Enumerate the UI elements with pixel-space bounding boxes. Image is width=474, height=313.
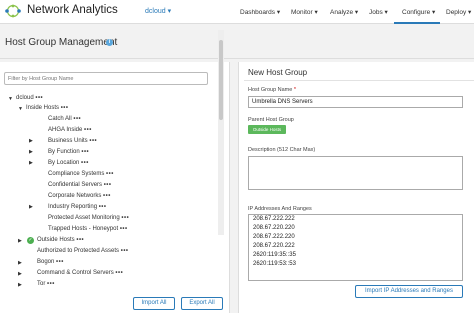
expand-arrow-icon[interactable]: ▶	[29, 149, 33, 155]
expand-arrow-icon[interactable]: ▶	[29, 160, 33, 166]
nav-configure[interactable]: Configure ▾	[402, 8, 435, 16]
parent-host-group-label: Parent Host Group	[248, 117, 294, 123]
host-group-name-input[interactable]: Umbrella DNS Servers	[248, 96, 463, 108]
ip-addresses-label: IP Addresses And Ranges	[248, 206, 312, 212]
tree-item-tor[interactable]: Tor •••	[37, 281, 55, 287]
network-analytics-logo-icon	[5, 4, 21, 18]
header-divider	[0, 58, 474, 59]
host-group-name-label: Host Group Name *	[248, 87, 296, 93]
description-label: Description (512 Char Max)	[248, 147, 316, 153]
more-options-icon[interactable]: •••	[84, 127, 92, 133]
more-options-icon[interactable]: •••	[73, 116, 81, 122]
tree-scrollbar-thumb[interactable]	[219, 40, 223, 120]
ip-entry: 208.67.222.222	[253, 216, 295, 222]
nav-deploy[interactable]: Deploy ▾	[446, 8, 471, 16]
ip-entry: 2620:119:35::35	[253, 252, 296, 258]
tree-item-compliance-systems[interactable]: Compliance Systems •••	[48, 171, 114, 177]
more-options-icon[interactable]: •••	[35, 95, 43, 101]
form-title: New Host Group	[248, 68, 308, 77]
more-options-icon[interactable]: •••	[76, 237, 84, 243]
ip-entry: 208.67.220.220	[253, 225, 295, 231]
import-ip-ranges-button[interactable]: Import IP Addresses and Ranges	[355, 285, 463, 298]
expand-arrow-icon[interactable]: ▶	[29, 138, 33, 144]
tree-item-bogon[interactable]: Bogon •••	[37, 259, 64, 265]
page-title: Host Group Management	[5, 37, 118, 48]
more-options-icon[interactable]: •••	[106, 171, 114, 177]
tree-item-inside-hosts[interactable]: Inside Hosts •••	[26, 105, 69, 111]
tree-item-business-units[interactable]: Business Units •••	[48, 138, 97, 144]
expand-arrow-icon[interactable]: ▶	[18, 260, 22, 266]
tree-item-dcloud[interactable]: dcloud •••	[16, 95, 43, 101]
tree-item-authorized-to-protected-assets[interactable]: Authorized to Protected Assets •••	[37, 248, 129, 254]
ip-entry: 208.67.222.220	[253, 234, 295, 240]
tree-item-outside-hosts[interactable]: Outside Hosts •••	[37, 237, 84, 243]
active-nav-indicator	[394, 22, 440, 24]
more-options-icon[interactable]: •••	[99, 204, 107, 210]
filter-input[interactable]	[4, 72, 208, 85]
tree-item-command-control-servers[interactable]: Command & Control Servers •••	[37, 270, 123, 276]
expand-arrow-icon[interactable]: ▶	[29, 204, 33, 210]
more-options-icon[interactable]: •••	[61, 105, 69, 111]
expand-arrow-icon[interactable]: ▶	[18, 271, 22, 277]
form-divider	[244, 80, 474, 81]
more-options-icon[interactable]: •••	[47, 281, 55, 287]
more-options-icon[interactable]: •••	[89, 138, 97, 144]
more-options-icon[interactable]: •••	[121, 248, 129, 254]
collapse-arrow-icon[interactable]: ▼	[8, 96, 13, 102]
collapse-arrow-icon[interactable]: ▼	[18, 106, 23, 112]
more-options-icon[interactable]: •••	[104, 182, 112, 188]
checkmark-icon: ✓	[27, 237, 34, 244]
tree-item-by-location[interactable]: By Location •••	[48, 160, 89, 166]
tree-item-by-function[interactable]: By Function •••	[48, 149, 89, 155]
more-options-icon[interactable]: •••	[56, 259, 64, 265]
tree-item-corporate-networks[interactable]: Corporate Networks •••	[48, 193, 111, 199]
nav-analyze[interactable]: Analyze ▾	[330, 8, 358, 16]
ip-entry: 2620:119:53::53	[253, 261, 296, 267]
top-navbar: Network Analytics dcloud ▾ Dashboards ▾ …	[0, 0, 474, 24]
tenant-selector[interactable]: dcloud ▾	[145, 7, 171, 15]
nav-monitor[interactable]: Monitor ▾	[291, 8, 318, 16]
import-all-button[interactable]: Import All	[133, 297, 175, 310]
expand-arrow-icon[interactable]: ▶	[18, 282, 22, 288]
more-options-icon[interactable]: •••	[81, 160, 89, 166]
ip-entry: 208.67.220.222	[253, 243, 295, 249]
export-all-button[interactable]: Export All	[181, 297, 223, 310]
tree-item-confidential-servers[interactable]: Confidential Servers •••	[48, 182, 112, 188]
more-options-icon[interactable]: •••	[103, 193, 111, 199]
more-options-icon[interactable]: •••	[120, 226, 128, 232]
more-options-icon[interactable]: •••	[81, 149, 89, 155]
nav-dashboards[interactable]: Dashboards ▾	[240, 8, 280, 16]
nav-jobs[interactable]: Jobs ▾	[369, 8, 388, 16]
tree-item-trapped-hosts[interactable]: Trapped Hosts - Honeypot •••	[48, 226, 128, 232]
expand-arrow-icon[interactable]: ▶	[18, 238, 22, 244]
tree-item-industry-reporting[interactable]: Industry Reporting •••	[48, 204, 107, 210]
tree-item-protected-asset-monitoring[interactable]: Protected Asset Monitoring •••	[48, 215, 129, 221]
tree-item-ahga-inside[interactable]: AHGA Inside •••	[48, 127, 92, 133]
parent-host-group-badge: Outside Hosts	[248, 125, 286, 134]
more-options-icon[interactable]: •••	[121, 215, 129, 221]
info-icon[interactable]: i	[106, 39, 113, 46]
tree-item-catch-all[interactable]: Catch All •••	[48, 116, 81, 122]
more-options-icon[interactable]: •••	[115, 270, 123, 276]
description-textarea[interactable]	[248, 156, 463, 190]
app-title: Network Analytics	[27, 4, 118, 16]
